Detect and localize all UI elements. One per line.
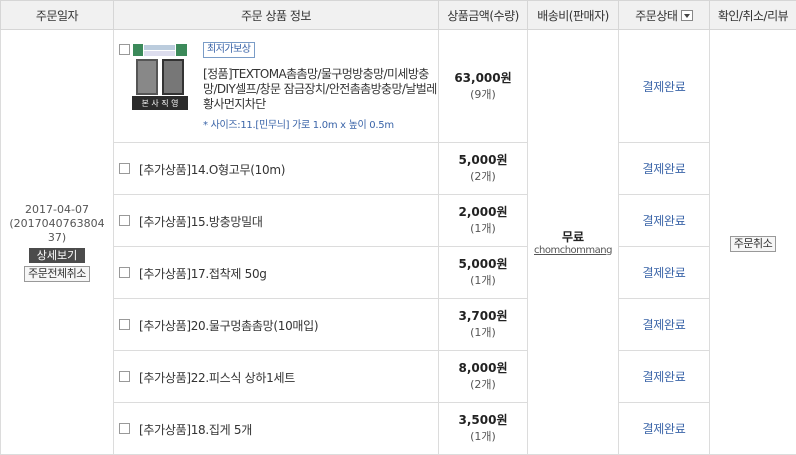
add-product-cell: [추가상품]17.접착제 50g — [113, 246, 439, 299]
svg-text:본 사 직 영: 본 사 직 영 — [141, 98, 178, 108]
item-price: 5,000원 — [458, 257, 508, 271]
item-checkbox[interactable] — [119, 214, 130, 226]
status-link[interactable]: 결제완료 — [643, 370, 686, 384]
item-checkbox[interactable] — [119, 318, 130, 330]
dropdown-arrow-icon[interactable] — [680, 9, 693, 21]
status-link[interactable]: 결제완료 — [643, 80, 686, 94]
item-qty: (2개) — [470, 378, 496, 391]
status-cell: 결제완료 — [618, 142, 710, 195]
add-product-name[interactable]: [추가상품]20.물구멍촘촘망(10매입) — [139, 317, 319, 334]
action-cell: 주문취소 — [709, 29, 796, 455]
table-row: 2017-04-07 (2017040763804​37) 상세보기 주문전체취… — [0, 29, 796, 455]
item-qty: (2개) — [470, 170, 496, 183]
product-option: * 사이즈:11.[민무늬] 가로 1.0m x 높이 0.5m — [203, 119, 394, 131]
status-link[interactable]: 결제완료 — [643, 162, 686, 176]
item-price: 8,000원 — [458, 361, 508, 375]
header-shipping: 배송비(판매자) — [527, 0, 619, 30]
order-date-cell: 2017-04-07 (2017040763804​37) 상세보기 주문전체취… — [0, 29, 114, 455]
order-table: 주문일자 주문 상품 정보 상품금액(수량) 배송비(판매자) 주문상태 확인/… — [0, 0, 796, 455]
header-status[interactable]: 주문상태 — [618, 0, 710, 30]
order-number: (2017040763804​37) — [9, 216, 105, 244]
status-cell: 결제완료 — [618, 350, 710, 403]
table-row: [추가상품]15.방충망밀대 2,000원 (1개) 결제완료 — [1, 194, 796, 247]
add-product-name[interactable]: [추가상품]14.O형고무(10m) — [139, 161, 285, 178]
price-cell: 5,000원 (2개) — [438, 142, 528, 195]
item-checkbox[interactable] — [119, 422, 130, 434]
seller-link[interactable]: chomchommang — [528, 245, 618, 256]
item-qty: (9개) — [470, 87, 496, 101]
header-date: 주문일자 — [0, 0, 114, 30]
header-product: 주문 상품 정보 — [113, 0, 439, 30]
shipping-fee: 무료 — [561, 230, 585, 244]
status-cell: 결제완료 — [618, 402, 710, 455]
add-product-cell: [추가상품]20.물구멍촘촘망(10매입) — [113, 298, 439, 351]
header-row: 주문일자 주문 상품 정보 상품금액(수량) 배송비(판매자) 주문상태 확인/… — [0, 0, 796, 30]
cancel-all-button[interactable]: 주문전체취소 — [24, 265, 90, 282]
table-row: [추가상품]22.피스식 상하1세트 8,000원 (2개) 결제완료 — [1, 350, 796, 403]
product-name-link[interactable]: [정품]TEXTOMA촘촘망/물구멍방충망/미세방충망/DIY셀프/창문 잠금장… — [203, 67, 441, 112]
detail-button[interactable]: 상세보기 — [28, 247, 86, 263]
price-cell: 5,000원 (1개) — [438, 246, 528, 299]
add-product-name[interactable]: [추가상품]18.집게 5개 — [139, 421, 252, 438]
item-checkbox[interactable] — [119, 370, 130, 382]
add-product-name[interactable]: [추가상품]17.접착제 50g — [139, 265, 267, 282]
shipping-cell: 무료 chomchommang — [527, 29, 619, 455]
add-product-cell: [추가상품]22.피스식 상하1세트 — [113, 350, 439, 403]
status-link[interactable]: 결제완료 — [643, 422, 686, 436]
price-cell: 3,700원 (1개) — [438, 298, 528, 351]
add-product-name[interactable]: [추가상품]22.피스식 상하1세트 — [139, 369, 295, 386]
table-row: [추가상품]14.O형고무(10m) 5,000원 (2개) 결제완료 — [1, 142, 796, 195]
table-row: [추가상품]20.물구멍촘촘망(10매입) 3,700원 (1개) 결제완료 — [1, 298, 796, 351]
main-product-cell: 본 사 직 영 최저가보상 [정품]TEXTOMA촘촘망/물구멍방충망/미세방충… — [113, 29, 441, 143]
add-product-cell: [추가상품]14.O형고무(10m) — [113, 142, 439, 195]
header-action: 확인/취소/리뷰 — [709, 0, 796, 30]
status-cell: 결제완료 — [618, 298, 710, 351]
item-qty: (1개) — [470, 222, 496, 235]
price-cell: 2,000원 (1개) — [438, 194, 528, 247]
item-qty: (1개) — [470, 326, 496, 339]
item-qty: (1개) — [470, 430, 496, 443]
price-cell: 8,000원 (2개) — [438, 350, 528, 403]
item-price: 5,000원 — [458, 153, 508, 167]
status-cell: 결제완료 — [618, 29, 710, 143]
price-cell: 63,000원 (9개) — [438, 29, 528, 143]
item-checkbox[interactable] — [119, 162, 130, 174]
order-cancel-button[interactable]: 주문취소 — [729, 235, 777, 252]
item-checkbox[interactable] — [119, 266, 130, 278]
status-cell: 결제완료 — [618, 194, 710, 247]
item-price: 2,000원 — [458, 205, 508, 219]
table-row: [추가상품]18.집게 5개 3,500원 (1개) 결제완료 — [1, 402, 796, 455]
item-price: 63,000원 — [454, 70, 512, 85]
status-link[interactable]: 결제완료 — [643, 266, 686, 280]
header-status-label: 주문상태 — [635, 8, 678, 23]
table-row: [추가상품]17.접착제 50g 5,000원 (1개) 결제완료 — [1, 246, 796, 299]
status-link[interactable]: 결제완료 — [643, 318, 686, 332]
price-cell: 3,500원 (1개) — [438, 402, 528, 455]
item-price: 3,700원 — [458, 309, 508, 323]
status-cell: 결제완료 — [618, 246, 710, 299]
add-product-cell: [추가상품]15.방충망밀대 — [113, 194, 439, 247]
header-price: 상품금액(수량) — [438, 0, 528, 30]
item-price: 3,500원 — [458, 413, 508, 427]
status-link[interactable]: 결제완료 — [643, 214, 686, 228]
item-checkbox[interactable] — [119, 43, 130, 55]
item-qty: (1개) — [470, 274, 496, 287]
order-date: 2017-04-07 — [25, 202, 89, 216]
lowest-price-badge: 최저가보상 — [203, 41, 255, 58]
add-product-cell: [추가상품]18.집게 5개 — [113, 402, 439, 455]
add-product-name[interactable]: [추가상품]15.방충망밀대 — [139, 213, 263, 230]
product-thumbnail[interactable]: 본 사 직 영 — [132, 42, 188, 110]
